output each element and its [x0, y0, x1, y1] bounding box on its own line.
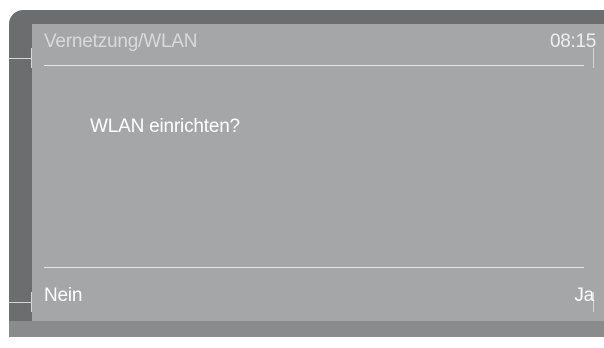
clock-display: 08:15: [549, 31, 596, 52]
yes-button[interactable]: Ja: [574, 285, 594, 307]
frame-side-tick-lower-left: [31, 292, 32, 312]
device-lower-band: [9, 321, 604, 337]
dialog-question: WLAN einrichten?: [90, 116, 240, 137]
frame-side-tick-upper-left: [31, 48, 32, 68]
screen-bottom-strip: [32, 313, 604, 321]
footer-divider: [44, 267, 584, 268]
display-screen: [32, 24, 604, 313]
frame-tick-lower-left: [9, 302, 32, 303]
screen-title: Vernetzung/WLAN: [44, 31, 198, 52]
frame-tick-upper-left: [9, 58, 32, 59]
no-button[interactable]: Nein: [44, 285, 82, 307]
header-divider: [44, 65, 584, 66]
